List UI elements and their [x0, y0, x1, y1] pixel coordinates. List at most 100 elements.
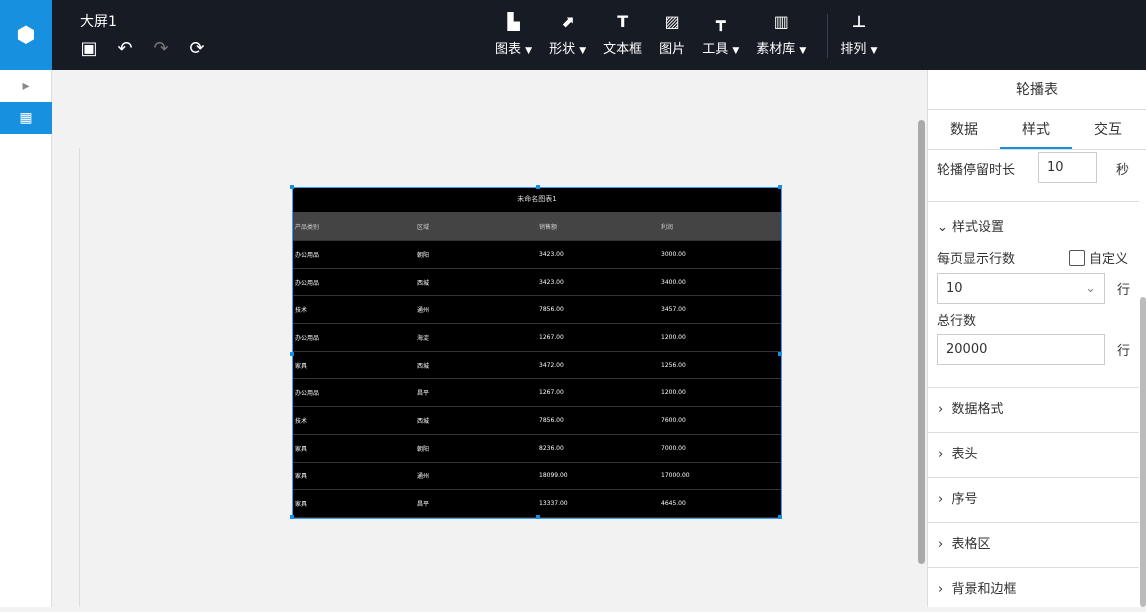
panel-scrollbar[interactable]	[1140, 297, 1146, 607]
table-cell: 4645.00	[661, 500, 686, 508]
tool-library[interactable]: ▥ 素材库 ▼	[756, 12, 806, 58]
panel-title: 轮播表	[928, 70, 1146, 110]
table-header: 产品类别 区域 销售额 利润	[293, 212, 781, 241]
chevron-down-icon[interactable]: ⌄	[937, 220, 948, 235]
table-cell: 通州	[417, 307, 430, 315]
chevron-right-icon: ›	[938, 582, 944, 597]
canvas-scrollbar[interactable]	[918, 120, 925, 564]
tab-data[interactable]: 数据	[928, 110, 1000, 149]
resize-handle[interactable]	[290, 185, 294, 189]
resize-handle[interactable]	[778, 352, 782, 356]
table-cell: 7856.00	[539, 306, 564, 314]
style-section-label[interactable]: 样式设置	[952, 220, 1004, 235]
table-row: 办公用品 朝阳 3423.00 3000.00	[293, 241, 781, 269]
tool-textbox[interactable]: T 文本框	[603, 12, 642, 58]
caret-down-icon: ▼	[732, 46, 740, 56]
table-cell: 1200.00	[661, 389, 686, 397]
section-label: 背景和边框	[951, 582, 1017, 597]
table-row: 家具 昌平 13337.00 4645.00	[293, 490, 781, 518]
table-cell: 家具	[295, 445, 308, 453]
table-cell: 通州	[417, 473, 430, 481]
total-rows-input[interactable]: 20000	[937, 334, 1105, 365]
tool-bar-chart[interactable]: ▙ 图表 ▼	[495, 12, 532, 58]
tool-label: 工具	[702, 42, 729, 57]
refresh-icon[interactable]: ⟳	[186, 38, 208, 59]
library-icon: ▥	[773, 12, 789, 31]
page-title: 大屏1	[80, 14, 117, 30]
section-0[interactable]: › 数据格式	[928, 387, 1139, 432]
section-label: 序号	[951, 492, 978, 507]
align-icon: ⊥	[851, 12, 867, 31]
table-cell: 3423.00	[539, 278, 564, 286]
tool-label: 图片	[659, 42, 686, 57]
resize-handle[interactable]	[290, 515, 294, 519]
table-cell: 办公用品	[295, 279, 320, 287]
table-cell: 家具	[295, 501, 308, 509]
rows-per-page-value: 10	[946, 281, 963, 296]
redo-icon[interactable]: ↷	[150, 38, 172, 59]
table-cell: 家具	[295, 362, 308, 370]
tool-image[interactable]: ▨ 图片	[659, 12, 685, 58]
table-cell: 17000.00	[661, 472, 690, 480]
section-2[interactable]: › 序号	[928, 477, 1139, 522]
chevron-right-icon: ›	[938, 492, 944, 507]
resize-handle[interactable]	[778, 515, 782, 519]
tab-style[interactable]: 样式	[1000, 110, 1072, 149]
header-cell: 产品类别	[295, 223, 320, 231]
table-cell: 1267.00	[539, 389, 564, 397]
table-row: 办公用品 海淀 1267.00 1200.00	[293, 324, 781, 352]
custom-checkbox[interactable]	[1069, 249, 1085, 266]
caret-down-icon: ▼	[579, 46, 587, 56]
tool-shape[interactable]: ⬈ 形状 ▼	[549, 12, 586, 58]
row-unit: 行	[1117, 344, 1131, 359]
row-unit: 行	[1117, 283, 1131, 298]
carousel-table-widget[interactable]: 未命名图表1 产品类别 区域 销售额 利润 办公用品 朝阳 3423.00 3000.…	[290, 185, 782, 519]
table-cell: 7600.00	[661, 416, 686, 424]
table-cell: 3400.00	[661, 278, 686, 286]
table-cell: 3457.00	[661, 306, 686, 314]
table-cell: 朝阳	[417, 251, 430, 259]
logo-icon[interactable]: ⬢	[0, 0, 52, 70]
chevron-right-icon: ›	[938, 447, 944, 462]
table-cell: 西城	[417, 417, 430, 425]
section-1[interactable]: › 表头	[928, 432, 1139, 477]
table-cell: 技术	[295, 307, 308, 315]
table-row: 办公用品 昌平 1267.00 1200.00	[293, 379, 781, 408]
table-row: 家具 通州 18099.00 17000.00	[293, 463, 781, 491]
table-icon[interactable]: ▦	[0, 102, 52, 134]
caret-down-icon: ▼	[870, 46, 878, 56]
section-3[interactable]: › 表格区	[928, 522, 1139, 567]
tool-align[interactable]: ⊥ 排列 ▼	[840, 12, 877, 58]
undo-icon[interactable]: ↶	[114, 38, 136, 59]
tool-label: 图表	[495, 42, 522, 57]
table-cell: 1256.00	[661, 361, 686, 369]
total-rows-label: 总行数	[937, 314, 977, 329]
table-cell: 技术	[295, 417, 308, 425]
table-cell: 家具	[295, 473, 308, 481]
section-label: 数据格式	[951, 402, 1004, 417]
header-cell: 利润	[661, 223, 674, 231]
table-cell: 昌平	[417, 501, 430, 509]
tab-interaction[interactable]: 交互	[1072, 110, 1144, 149]
resize-handle[interactable]	[536, 185, 540, 189]
resize-handle[interactable]	[778, 185, 782, 189]
tool-hammer[interactable]: ┳ 工具 ▼	[702, 12, 739, 58]
section-label: 表头	[951, 447, 978, 462]
table-row: 技术 通州 7856.00 3457.00	[293, 296, 781, 325]
table-cell: 7856.00	[539, 416, 564, 424]
caret-down-icon: ▼	[525, 46, 533, 56]
table-row: 家具 朝阳 8236.00 7000.00	[293, 435, 781, 463]
table-cell: 西城	[417, 362, 430, 370]
ruler-line	[79, 148, 80, 607]
rows-per-page-select[interactable]: 10 ⌄	[937, 273, 1105, 304]
dwell-input[interactable]: 10	[1038, 152, 1097, 183]
resize-handle[interactable]	[290, 352, 294, 356]
layers-toggle-icon[interactable]: ▸	[0, 70, 52, 102]
table-cell: 办公用品	[295, 390, 320, 398]
resize-handle[interactable]	[536, 515, 540, 519]
save-icon[interactable]: ▣	[78, 38, 100, 59]
properties-panel: 轮播表 数据 样式 交互 轮播停留时长 10 秒 ⌄ 样式设置 每页显示行数 自…	[927, 70, 1146, 607]
section-4[interactable]: › 背景和边框	[928, 567, 1139, 612]
caret-down-icon: ▼	[799, 46, 807, 56]
custom-label: 自定义	[1089, 252, 1129, 267]
